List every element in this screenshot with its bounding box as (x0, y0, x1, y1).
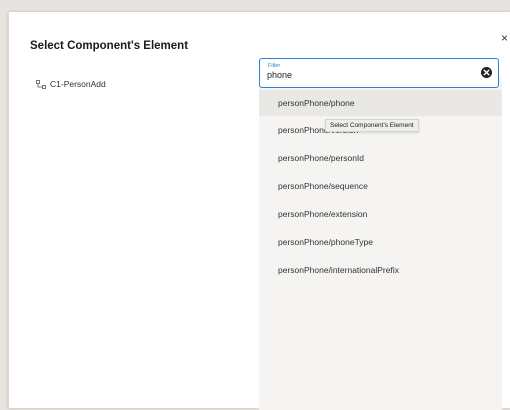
result-item[interactable]: personPhone/extension (259, 201, 502, 227)
result-item[interactable]: personPhone/phoneType (259, 229, 502, 255)
result-item[interactable]: personPhone/internationalPrefix (259, 257, 502, 283)
result-item-label: personPhone/personId (278, 153, 365, 163)
result-item[interactable]: personPhone/personId (259, 145, 502, 171)
result-item[interactable]: personPhone/sequence (259, 173, 502, 199)
result-item-label: personPhone/internationalPrefix (278, 265, 399, 275)
clear-filter-button[interactable] (481, 67, 492, 78)
result-item-label: personPhone/extension (278, 209, 368, 219)
tree-node-icon (36, 79, 46, 89)
tree-item-c1-personadd[interactable]: C1-PersonAdd (36, 79, 106, 89)
result-item-label: personPhone/phone (278, 98, 355, 108)
tree-item-label: C1-PersonAdd (50, 79, 106, 89)
result-item-label: personPhone/phoneType (278, 237, 373, 247)
dialog-title: Select Component's Element (30, 40, 189, 52)
clear-circle-icon (483, 69, 490, 76)
filter-field[interactable]: Filter (259, 58, 499, 88)
close-button[interactable]: × (501, 32, 508, 44)
filter-input[interactable] (267, 70, 467, 80)
dialog-left-border (8, 12, 9, 408)
result-item-label: personPhone/sequence (278, 181, 368, 191)
filter-label: Filter (268, 63, 281, 69)
tooltip: Select Component's Element (325, 119, 419, 132)
result-item[interactable]: personPhone/phone (259, 90, 502, 116)
